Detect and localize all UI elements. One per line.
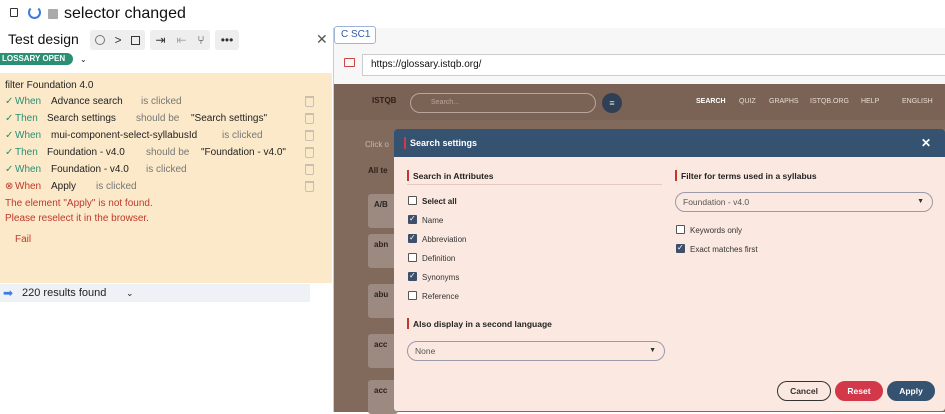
step-row[interactable]: ✓ When mui-component-select-syllabusId i… bbox=[0, 128, 332, 144]
reset-button[interactable]: Reset bbox=[835, 381, 883, 401]
all-terms-label: All te bbox=[368, 166, 388, 175]
step-row[interactable]: ⊗ When Apply is clicked bbox=[0, 179, 332, 195]
close-icon[interactable]: ✕ bbox=[316, 31, 328, 48]
check-icon: ✓ bbox=[5, 147, 14, 158]
nav-help[interactable]: HELP bbox=[861, 98, 879, 105]
modal-header: Search settings ✕ bbox=[394, 129, 945, 157]
badge-chevron-icon[interactable]: ⌄ bbox=[80, 55, 87, 64]
error-icon: ⊗ bbox=[5, 181, 14, 192]
fail-status: Fail bbox=[15, 234, 32, 245]
step-toolbar: ⇥ ⇤ ⑂ bbox=[150, 30, 210, 50]
check-icon: ✓ bbox=[5, 164, 14, 175]
search-settings-modal: Search settings ✕ Search in Attributes S… bbox=[394, 129, 945, 411]
close-icon[interactable]: ✕ bbox=[921, 129, 931, 157]
nav-search[interactable]: SEARCH bbox=[696, 98, 726, 105]
step-badge: LOSSARY OPEN bbox=[0, 53, 74, 65]
play-icon[interactable]: > bbox=[114, 33, 121, 47]
trash-icon[interactable] bbox=[305, 181, 314, 192]
syllabus-select[interactable]: Foundation - v4.0 ▼ bbox=[675, 192, 933, 212]
header-accent bbox=[404, 137, 406, 149]
trash-icon[interactable] bbox=[305, 130, 314, 141]
caret-down-icon: ▼ bbox=[649, 347, 656, 354]
check-icon: ✓ bbox=[5, 113, 14, 124]
chevron-down-icon[interactable]: ⌄ bbox=[126, 284, 134, 302]
nav-quiz[interactable]: QUIZ bbox=[739, 98, 756, 105]
nav-language[interactable]: ENGLISH bbox=[902, 98, 933, 105]
checkbox-synonyms[interactable] bbox=[408, 271, 417, 281]
nav-graphs[interactable]: GRAPHS bbox=[769, 98, 799, 105]
more-button[interactable]: ••• bbox=[215, 30, 239, 50]
checkbox-reference[interactable] bbox=[408, 291, 417, 300]
url-bar[interactable]: https://glossary.istqb.org/ bbox=[362, 54, 945, 76]
results-row[interactable]: ➡ 220 results found ⌄ bbox=[0, 284, 310, 302]
step-row[interactable]: ✓ Then Search settings should be "Search… bbox=[0, 111, 332, 127]
panel-title: Test design bbox=[8, 31, 79, 47]
step-into-icon[interactable]: ⇥ bbox=[155, 33, 165, 47]
nav-istqb[interactable]: ISTQB.ORG bbox=[810, 98, 849, 105]
error-hint: Please reselect it in the browser. bbox=[5, 213, 149, 224]
check-icon: ✓ bbox=[5, 130, 14, 141]
site-nav: ISTQB Search... ≡ SEARCH QUIZ GRAPHS IST… bbox=[334, 84, 945, 120]
spinner-icon bbox=[28, 6, 41, 19]
step-back-icon[interactable]: ⇤ bbox=[176, 33, 186, 47]
status-title: selector changed bbox=[64, 5, 186, 22]
caret-down-icon: ▼ bbox=[917, 198, 924, 205]
checkbox-abbreviation[interactable] bbox=[408, 233, 417, 243]
click-hint: Click o bbox=[365, 140, 390, 149]
step-row[interactable]: ✓ When Advance search is clicked bbox=[0, 94, 332, 110]
tab-sc1[interactable]: C SC1 bbox=[334, 26, 376, 44]
checkbox-keywords-only[interactable] bbox=[676, 225, 685, 234]
section-language: Also display in a second language bbox=[407, 318, 552, 329]
trash-icon[interactable] bbox=[305, 96, 314, 107]
site-logo[interactable]: ISTQB bbox=[372, 96, 396, 105]
test-design-panel: Test design > ⇥ ⇤ ⑂ ••• ✕ LOSSARY OPEN ⌄… bbox=[0, 28, 333, 412]
arrow-right-icon: ➡ bbox=[3, 286, 14, 300]
filter-settings-icon[interactable]: ≡ bbox=[602, 93, 622, 113]
stop-icon[interactable] bbox=[131, 35, 141, 45]
scenario-title: filter Foundation 4.0 bbox=[5, 80, 94, 91]
record-icon[interactable] bbox=[94, 35, 105, 45]
branch-icon[interactable]: ⑂ bbox=[197, 33, 204, 47]
results-count: 220 results found bbox=[22, 287, 107, 299]
mail-icon[interactable] bbox=[344, 58, 355, 67]
refresh-icon: C bbox=[341, 29, 349, 40]
window-icon[interactable] bbox=[10, 8, 18, 17]
playback-toolbar: > bbox=[90, 30, 145, 50]
checkbox-exact-matches[interactable] bbox=[676, 243, 685, 253]
divider bbox=[407, 184, 662, 185]
more-icon: ••• bbox=[220, 33, 234, 47]
step-log: filter Foundation 4.0 ✓ When Advance sea… bbox=[0, 73, 332, 283]
section-syllabus-filter: Filter for terms used in a syllabus bbox=[675, 170, 817, 181]
checkbox-select-all[interactable] bbox=[408, 196, 417, 205]
section-attributes: Search in Attributes bbox=[407, 170, 493, 181]
checkbox-name[interactable] bbox=[408, 214, 417, 224]
stop-icon[interactable] bbox=[48, 9, 58, 19]
checkbox-definition[interactable] bbox=[408, 253, 417, 262]
browser-panel: C SC1 https://glossary.istqb.org/ ISTQB … bbox=[333, 26, 945, 414]
check-icon: ✓ bbox=[5, 96, 14, 107]
trash-icon[interactable] bbox=[305, 113, 314, 124]
step-row[interactable]: ✓ When Foundation - v4.0 is clicked bbox=[0, 162, 332, 178]
language-select[interactable]: None ▼ bbox=[407, 341, 665, 361]
apply-button[interactable]: Apply bbox=[887, 381, 935, 401]
top-bar: selector changed bbox=[0, 0, 945, 28]
cancel-button[interactable]: Cancel bbox=[777, 381, 831, 401]
error-message: The element "Apply" is not found. bbox=[5, 198, 153, 209]
step-row[interactable]: ✓ Then Foundation - v4.0 should be "Foun… bbox=[0, 145, 332, 161]
trash-icon[interactable] bbox=[305, 147, 314, 158]
trash-icon[interactable] bbox=[305, 164, 314, 175]
site-search-input[interactable]: Search... bbox=[410, 93, 596, 113]
